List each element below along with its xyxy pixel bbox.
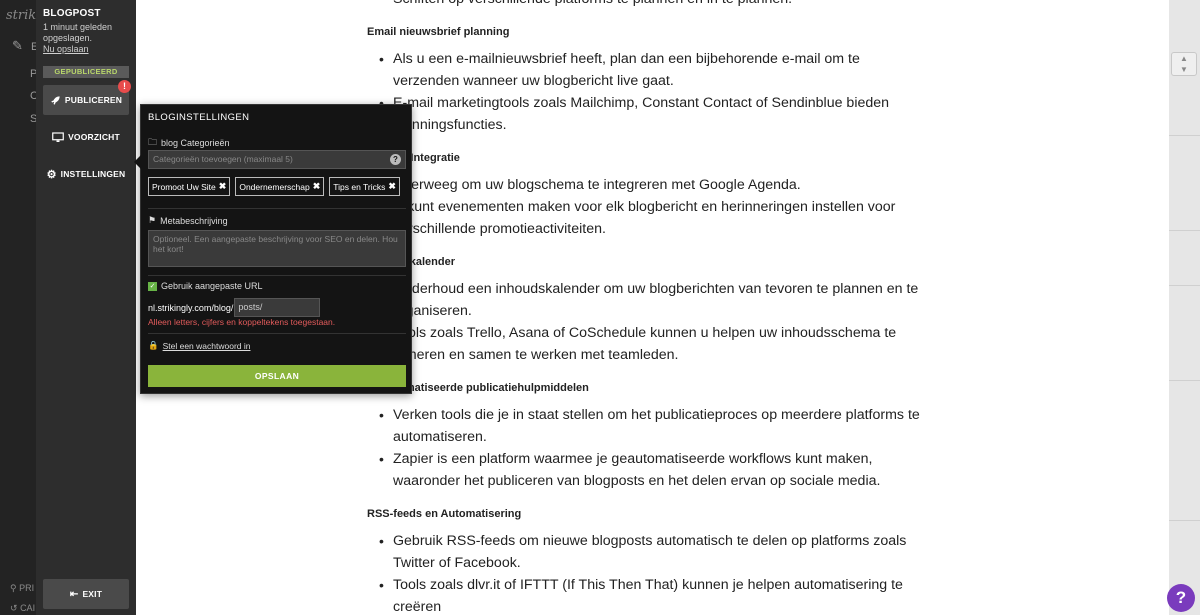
custom-url-toggle[interactable]: ✓ Gebruik aangepaste URL (148, 281, 263, 291)
publish-button[interactable]: PUBLICEREN (43, 85, 129, 115)
category-tags: Promoot Uw Site ✖ Ondernemerschap ✖ Tips en … (148, 177, 400, 196)
section-heading: Email nieuwsbrief planning (367, 26, 510, 38)
article-fragment: Schiften op verschillende platforms te p… (367, 0, 927, 10)
category-tag: Promoot Uw Site ✖ (148, 177, 231, 196)
gear-icon: ⚙ (46, 168, 57, 181)
list-item: Zapier is een platform waarmee je geauto… (367, 448, 927, 492)
save-button[interactable]: OPSLAAN (148, 365, 406, 387)
blogpost-panel: BLOGPOST 1 minuut geleden opgeslagen. Nu… (36, 0, 136, 615)
help-icon[interactable]: ? (390, 154, 401, 165)
status-badge: GEPUBLICEERD (43, 66, 129, 78)
blog-article[interactable]: Schiften op verschillende platforms te p… (367, 0, 927, 615)
categories-input[interactable]: Categorieën toevoegen (maximaal 5) ? (148, 150, 406, 169)
stepper-icon[interactable]: ▲ ▼ (1171, 52, 1197, 76)
edit-icon[interactable]: ✎ (12, 38, 23, 54)
side-strip: ▲ ▼ (1169, 0, 1200, 615)
save-now-link[interactable]: Nu opslaan (43, 44, 89, 54)
bullet-list: Overweeg om uw blogschema te integreren … (367, 174, 927, 240)
rail-bottom-item[interactable]: ⚲ PRI (10, 583, 34, 594)
list-item: Overweeg om uw blogschema te integreren … (367, 174, 927, 196)
bullet-list: Als u een e-mailnieuwsbrief heeft, plan … (367, 48, 927, 136)
list-item: Tools zoals dlvr.it of IFTTT (If This Th… (367, 574, 927, 615)
category-tag: Ondernemerschap ✖ (235, 177, 325, 196)
remove-tag-icon[interactable]: ✖ (388, 181, 396, 192)
section-heading: Agenda Integratie (367, 152, 460, 164)
bullet-list: Onderhoud een inhoudskalender om uw blog… (367, 278, 927, 366)
alert-badge: ! (118, 80, 131, 93)
monitor-icon (52, 131, 64, 142)
categories-label: 🗀 blog Categorieën (148, 135, 230, 151)
meta-label: ⚑ Metabeschrijving (148, 215, 228, 226)
section-heading: Geautomatiseerde publicatiehulpmiddelen (367, 382, 589, 394)
lock-icon: 🔒 (148, 340, 159, 350)
search-icon: ⚲ (10, 583, 17, 593)
url-prefix: nl.strikingly.com/blog/ (148, 302, 234, 313)
rail-bottom-item[interactable]: ↺ CAI (10, 603, 35, 614)
checkbox-checked-icon[interactable]: ✓ (148, 281, 157, 291)
meta-description-textarea[interactable]: Optioneel. Een aangepaste beschrijving v… (148, 230, 406, 267)
panel-title: BLOGPOST (43, 8, 101, 19)
exit-icon: ⇤ (69, 588, 79, 600)
set-password-link[interactable]: Stel een wachtwoord in (163, 341, 251, 351)
app-rail: strik ✎ E P C S ⚲ PRI ↺ CAI (0, 0, 36, 615)
exit-button[interactable]: ⇤ EXIT (43, 579, 129, 609)
section-heading: Inhoudskalender (367, 246, 927, 278)
settings-button[interactable]: ⚙ INSTELLINGEN (43, 159, 129, 189)
list-item: E-mail marketingtools zoals Mailchimp, C… (367, 92, 927, 136)
arrow-icon: ↺ (10, 603, 18, 613)
list-item: Onderhoud een inhoudskalender om uw blog… (367, 278, 927, 322)
folder-icon: 🗀 (148, 137, 158, 147)
popover-title: BLOGINSTELLINGEN (148, 112, 250, 123)
rocket-icon (51, 95, 60, 105)
help-chat-button[interactable]: ? (1167, 584, 1195, 612)
list-item: Als u een e-mailnieuwsbrief heeft, plan … (367, 48, 927, 92)
preview-button[interactable]: VOORZICHT (43, 122, 129, 152)
bullet-list: Gebruik RSS-feeds om nieuwe blogposts au… (367, 530, 927, 615)
strikingly-logo: strik (6, 8, 36, 23)
list-item: U kunt evenementen maken voor elk blogbe… (367, 196, 927, 240)
remove-tag-icon[interactable]: ✖ (313, 181, 321, 192)
list-item: Verken tools die je in staat stellen om … (367, 404, 927, 448)
remove-tag-icon[interactable]: ✖ (219, 181, 227, 192)
save-status: 1 minuut geleden opgeslagen. Nu opslaan (43, 22, 113, 54)
url-row: nl.strikingly.com/blog/ posts/ (148, 298, 321, 317)
password-row: 🔒 Stel een wachtwoord in (148, 340, 250, 351)
list-item: Tools zoals Trello, Asana of CoSchedule … (367, 322, 927, 366)
url-slug-input[interactable]: posts/ (234, 298, 321, 317)
bullet-list: Verken tools die je in staat stellen om … (367, 404, 927, 492)
url-error-message: Alleen letters, cijfers en koppeltekens … (148, 317, 336, 327)
tag-icon: ⚑ (148, 215, 157, 225)
category-tag: Tips en Tricks ✖ (329, 177, 400, 196)
blog-settings-popover: BLOGINSTELLINGEN 🗀 blog Categorieën Cate… (134, 104, 412, 394)
list-item: Gebruik RSS-feeds om nieuwe blogposts au… (367, 530, 927, 574)
section-heading: RSS-feeds en Automatisering (367, 508, 522, 520)
